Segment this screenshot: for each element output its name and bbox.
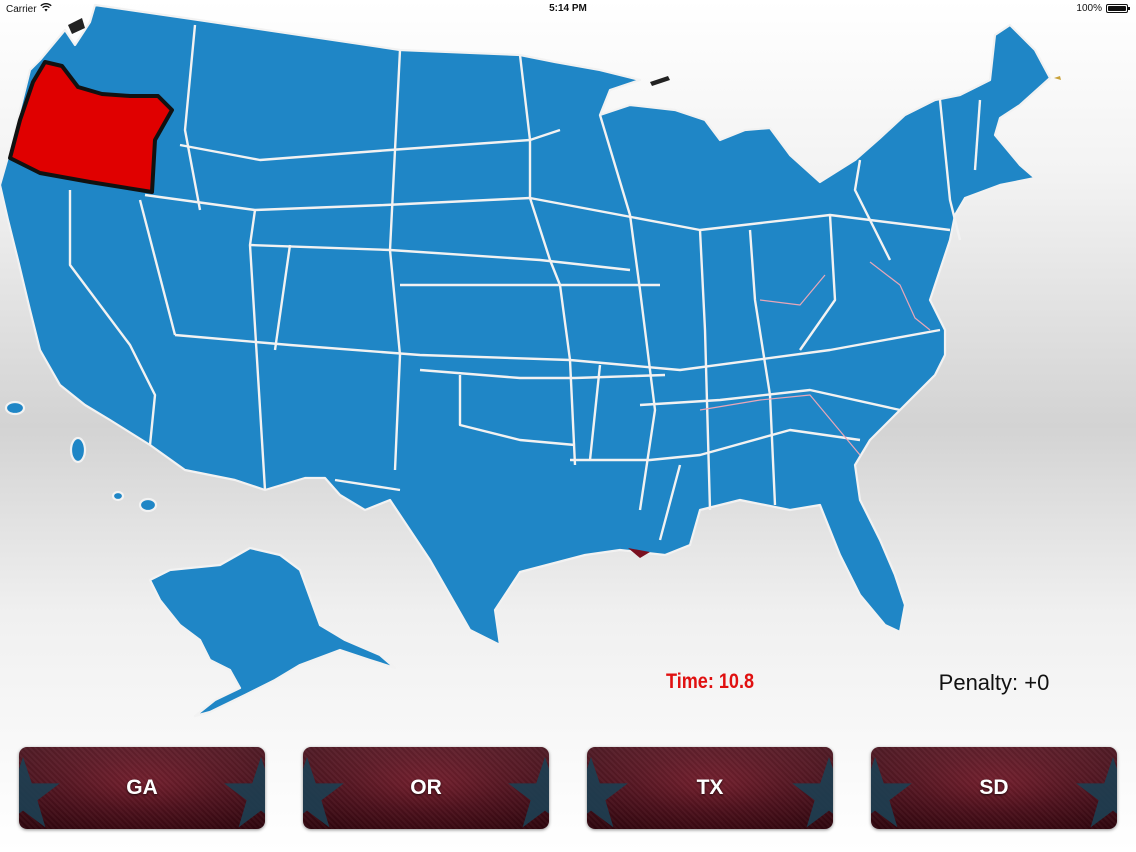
answer-button-tx[interactable]: TX <box>587 747 833 829</box>
battery-indicator: 100% <box>1076 3 1130 14</box>
battery-percent: 100% <box>1076 3 1102 14</box>
answer-label: TX <box>696 776 724 799</box>
answer-button-or[interactable]: OR <box>303 747 549 829</box>
hawaii-island <box>4 400 26 416</box>
alaska <box>148 546 397 718</box>
penalty-display: Penalty: +0 <box>938 670 1050 695</box>
island-speck <box>650 76 670 86</box>
status-time: 5:14 PM <box>549 3 587 14</box>
hawaii-island <box>111 490 125 502</box>
answer-label: OR <box>410 776 442 799</box>
hawaii-island <box>138 497 158 513</box>
answer-button-sd[interactable]: SD <box>871 747 1117 829</box>
answer-label: GA <box>126 776 158 799</box>
answer-button-ga[interactable]: GA <box>19 747 265 829</box>
timer-display: Time: 10.8 <box>665 670 755 693</box>
island-speck <box>1054 76 1061 80</box>
battery-icon <box>1106 4 1130 13</box>
answer-label: SD <box>979 776 1009 799</box>
us-map <box>0 3 1061 718</box>
hawaii-island <box>69 436 87 464</box>
status-bar: Carrier 5:14 PM 100% <box>0 0 1136 18</box>
us-states <box>0 3 1061 718</box>
